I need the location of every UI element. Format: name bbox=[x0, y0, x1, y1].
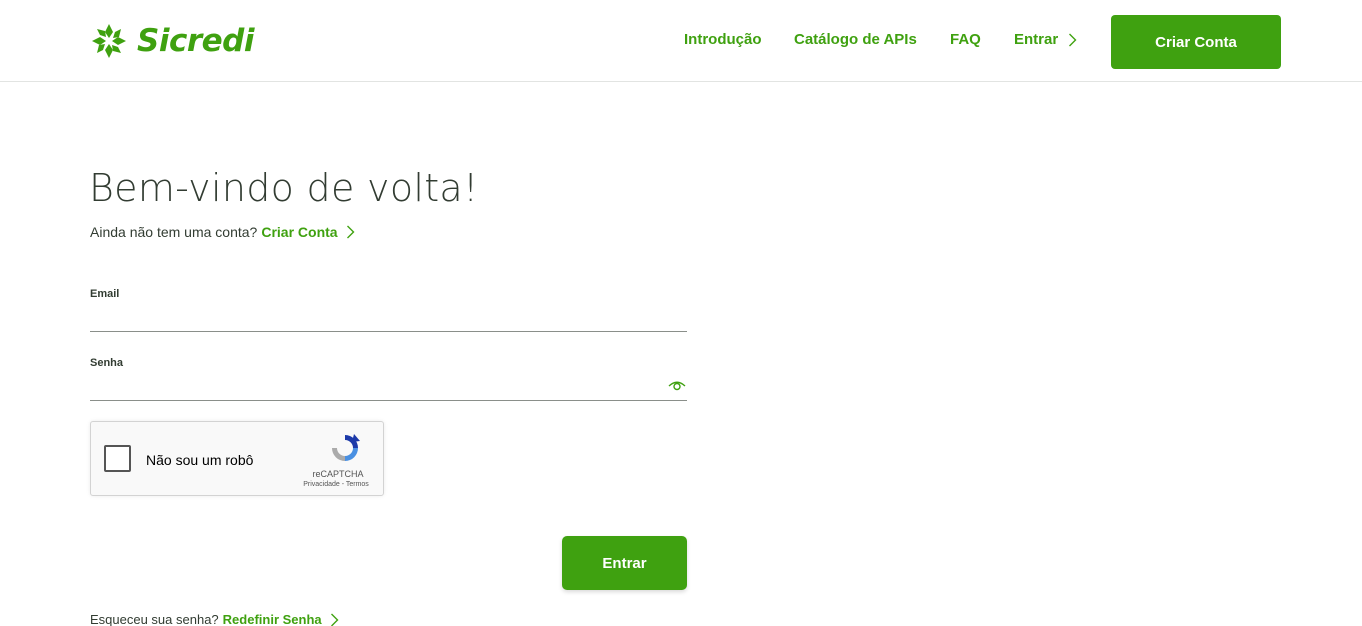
no-account-text: Ainda não tem uma conta? bbox=[90, 224, 258, 240]
nav-introducao[interactable]: Introdução bbox=[684, 31, 762, 48]
email-field[interactable] bbox=[90, 304, 687, 332]
reset-password-link[interactable]: Redefinir Senha bbox=[223, 612, 322, 626]
eye-icon[interactable] bbox=[668, 380, 686, 392]
chevron-right-icon bbox=[330, 613, 339, 626]
recaptcha-icon bbox=[332, 434, 360, 461]
recaptcha-checkbox[interactable] bbox=[104, 445, 131, 472]
recaptcha-widget: Não sou um robô reCAPTCHA Privacidade - … bbox=[90, 421, 384, 496]
create-account-button[interactable]: Criar Conta bbox=[1111, 15, 1281, 69]
top-header: Sicredi Introdução Catálogo de APIs FAQ … bbox=[0, 0, 1362, 82]
sicredi-logo-icon bbox=[92, 24, 126, 58]
nav-faq[interactable]: FAQ bbox=[950, 31, 981, 48]
login-submit-button[interactable]: Entrar bbox=[562, 536, 687, 590]
nav-catalogo-apis[interactable]: Catálogo de APIs bbox=[794, 31, 917, 48]
page-title: Bem-vindo de volta! bbox=[89, 166, 479, 210]
nav-entrar-label: Entrar bbox=[1014, 31, 1059, 48]
forgot-password-line: Esqueceu sua senha? Redefinir Senha bbox=[90, 612, 339, 626]
chevron-right-icon bbox=[346, 225, 355, 239]
password-label: Senha bbox=[90, 357, 124, 369]
password-field[interactable] bbox=[90, 373, 687, 401]
no-account-line: Ainda não tem uma conta? Criar Conta bbox=[90, 224, 355, 240]
sicredi-logo[interactable]: Sicredi bbox=[90, 20, 254, 62]
nav-entrar[interactable]: Entrar bbox=[1014, 31, 1077, 48]
forgot-password-text: Esqueceu sua senha? bbox=[90, 612, 219, 626]
chevron-right-icon bbox=[1069, 33, 1077, 46]
recaptcha-brand: reCAPTCHA bbox=[312, 469, 364, 479]
logo-text: Sicredi bbox=[137, 23, 254, 59]
recaptcha-label: Não sou um robô bbox=[146, 452, 254, 468]
create-account-link[interactable]: Criar Conta bbox=[261, 224, 337, 240]
email-label: Email bbox=[90, 288, 120, 300]
recaptcha-privacy-links[interactable]: Privacidade - Termos bbox=[291, 481, 381, 488]
